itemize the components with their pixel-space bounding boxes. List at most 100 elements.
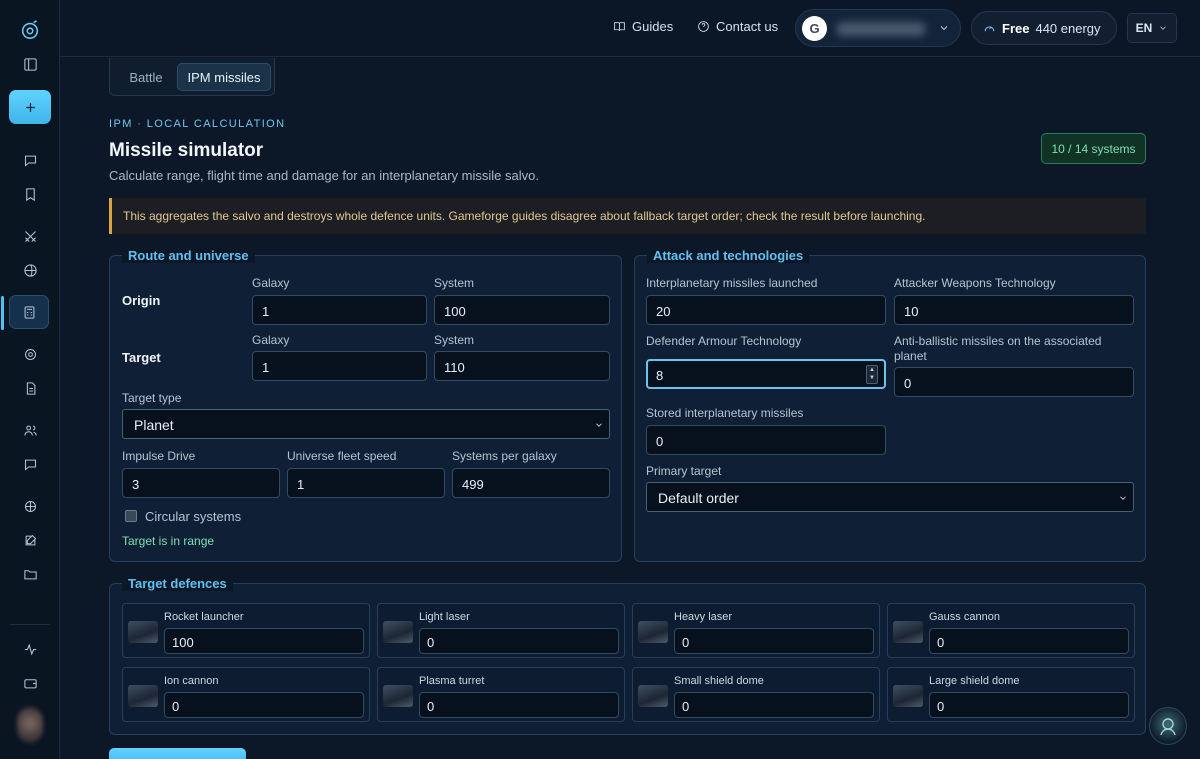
target-icon[interactable] xyxy=(14,338,46,370)
wallet-icon[interactable] xyxy=(14,667,46,699)
avatar[interactable] xyxy=(17,707,43,743)
guides-label: Guides xyxy=(632,19,674,34)
primary-target-select[interactable]: Default order xyxy=(646,482,1134,512)
defence-count-input[interactable]: 0 xyxy=(929,692,1129,718)
combat-icon[interactable] xyxy=(14,220,46,252)
contact-label: Contact us xyxy=(716,19,779,34)
origin-galaxy-label: Galaxy xyxy=(252,276,290,290)
assistant-icon xyxy=(1160,718,1176,736)
target-type-select[interactable]: Planet xyxy=(122,409,610,439)
chevron-down-icon xyxy=(596,423,602,427)
defence-card: Large shield dome 0 xyxy=(887,667,1135,722)
warning-banner: This aggregates the salvo and destroys w… xyxy=(109,198,1146,234)
defence-name: Plasma turret xyxy=(419,675,485,687)
origin-galaxy-input[interactable]: 1 xyxy=(252,295,427,325)
edit-icon[interactable] xyxy=(14,524,46,556)
defence-count-input[interactable]: 0 xyxy=(164,692,364,718)
small-shield-dome-image xyxy=(638,685,668,707)
gauge-icon xyxy=(984,25,995,31)
number-stepper[interactable]: ▲ ▼ xyxy=(866,365,878,384)
defence-count-input[interactable]: 0 xyxy=(674,628,874,654)
defence-count-input[interactable]: 0 xyxy=(929,628,1129,654)
chevron-down-icon xyxy=(1120,496,1126,500)
armour-input[interactable]: 8 ▲ ▼ xyxy=(646,359,886,389)
language-label: EN xyxy=(1135,21,1153,35)
defence-card: Light laser 0 xyxy=(377,603,625,658)
chat-icon[interactable] xyxy=(14,144,46,176)
plan-label: Free xyxy=(1002,20,1030,36)
impulse-label: Impulse Drive xyxy=(122,449,196,463)
guides-link[interactable]: Guides xyxy=(613,19,673,34)
defence-card: Small shield dome 0 xyxy=(632,667,880,722)
messages-icon[interactable] xyxy=(14,448,46,480)
armour-value: 8 xyxy=(656,368,664,383)
new-item-button[interactable] xyxy=(9,90,51,124)
contact-link[interactable]: Contact us xyxy=(697,19,778,34)
account-menu[interactable]: G xyxy=(795,9,961,47)
circular-systems-label: Circular systems xyxy=(145,509,242,524)
documents-icon[interactable] xyxy=(14,372,46,404)
range-status: Target is in range xyxy=(122,534,215,548)
language-select[interactable]: EN xyxy=(1127,13,1177,43)
app-logo-icon[interactable] xyxy=(14,14,46,46)
target-label: Target xyxy=(122,350,161,365)
defence-name: Rocket launcher xyxy=(164,611,244,623)
activity-icon[interactable] xyxy=(14,633,46,665)
planet-icon[interactable] xyxy=(14,490,46,522)
defence-card: Heavy laser 0 xyxy=(632,603,880,658)
light-laser-image xyxy=(383,621,413,643)
target-type-label: Target type xyxy=(122,391,182,405)
sidebar-toggle-icon[interactable] xyxy=(14,48,46,80)
target-system-input[interactable]: 110 xyxy=(434,351,610,381)
systems-badge: 10 / 14 systems xyxy=(1041,133,1146,164)
defence-count-input[interactable]: 100 xyxy=(164,628,364,654)
defences-legend: Target defences xyxy=(122,576,233,591)
target-galaxy-input[interactable]: 1 xyxy=(252,351,427,381)
bookmark-icon[interactable] xyxy=(14,178,46,210)
weapons-input[interactable]: 10 xyxy=(894,295,1134,325)
weapons-label: Attacker Weapons Technology xyxy=(894,276,1056,290)
simulate-button[interactable] xyxy=(109,748,246,759)
energy-badge[interactable]: Free 440 energy xyxy=(971,11,1117,45)
sidebar-item-calculator[interactable] xyxy=(1,295,49,330)
assistant-button[interactable] xyxy=(1149,707,1187,745)
systems-per-galaxy-label: Systems per galaxy xyxy=(452,449,557,463)
defence-count-input[interactable]: 0 xyxy=(674,692,874,718)
account-avatar: G xyxy=(802,16,827,41)
tab-ipm-missiles[interactable]: IPM missiles xyxy=(177,63,271,91)
simulator-tabs: Battle IPM missiles xyxy=(109,58,275,96)
defence-card: Gauss cannon 0 xyxy=(887,603,1135,658)
ipm-launched-input[interactable]: 20 xyxy=(646,295,886,325)
defence-count-input[interactable]: 0 xyxy=(419,628,619,654)
page-title: Missile simulator xyxy=(109,140,264,161)
defence-name: Heavy laser xyxy=(674,611,733,623)
chevron-down-icon xyxy=(1160,26,1167,30)
target-galaxy-label: Galaxy xyxy=(252,333,290,347)
fleet-speed-label: Universe fleet speed xyxy=(287,449,397,463)
impulse-input[interactable]: 3 xyxy=(122,468,280,498)
attack-panel: Attack and technologies Interplanetary m… xyxy=(634,248,1146,562)
chevron-down-icon xyxy=(940,26,948,31)
fleet-speed-input[interactable]: 1 xyxy=(287,468,445,498)
rocket-launcher-image xyxy=(128,621,158,643)
defence-name: Light laser xyxy=(419,611,470,623)
account-name-redacted xyxy=(836,22,926,36)
abm-input[interactable]: 0 xyxy=(894,367,1134,397)
defence-count-input[interactable]: 0 xyxy=(419,692,619,718)
users-icon[interactable] xyxy=(14,414,46,446)
globe-icon[interactable] xyxy=(14,254,46,286)
circular-systems-checkbox[interactable] xyxy=(125,510,137,522)
page-subtitle: Calculate range, flight time and damage … xyxy=(109,168,539,183)
defences-panel: Target defences Rocket launcher 100 Ligh… xyxy=(109,576,1146,735)
defence-name: Ion cannon xyxy=(164,675,219,687)
stored-ipm-input[interactable]: 0 xyxy=(646,425,886,455)
sidebar-divider xyxy=(10,624,50,625)
calculator-icon xyxy=(24,305,34,319)
origin-system-input[interactable]: 100 xyxy=(434,295,610,325)
primary-target-label: Primary target xyxy=(646,464,722,478)
folder-icon[interactable] xyxy=(14,558,46,590)
origin-system-label: System xyxy=(434,276,475,290)
tab-battle[interactable]: Battle xyxy=(116,63,176,91)
systems-per-galaxy-input[interactable]: 499 xyxy=(452,468,610,498)
defence-name: Gauss cannon xyxy=(929,611,1000,623)
